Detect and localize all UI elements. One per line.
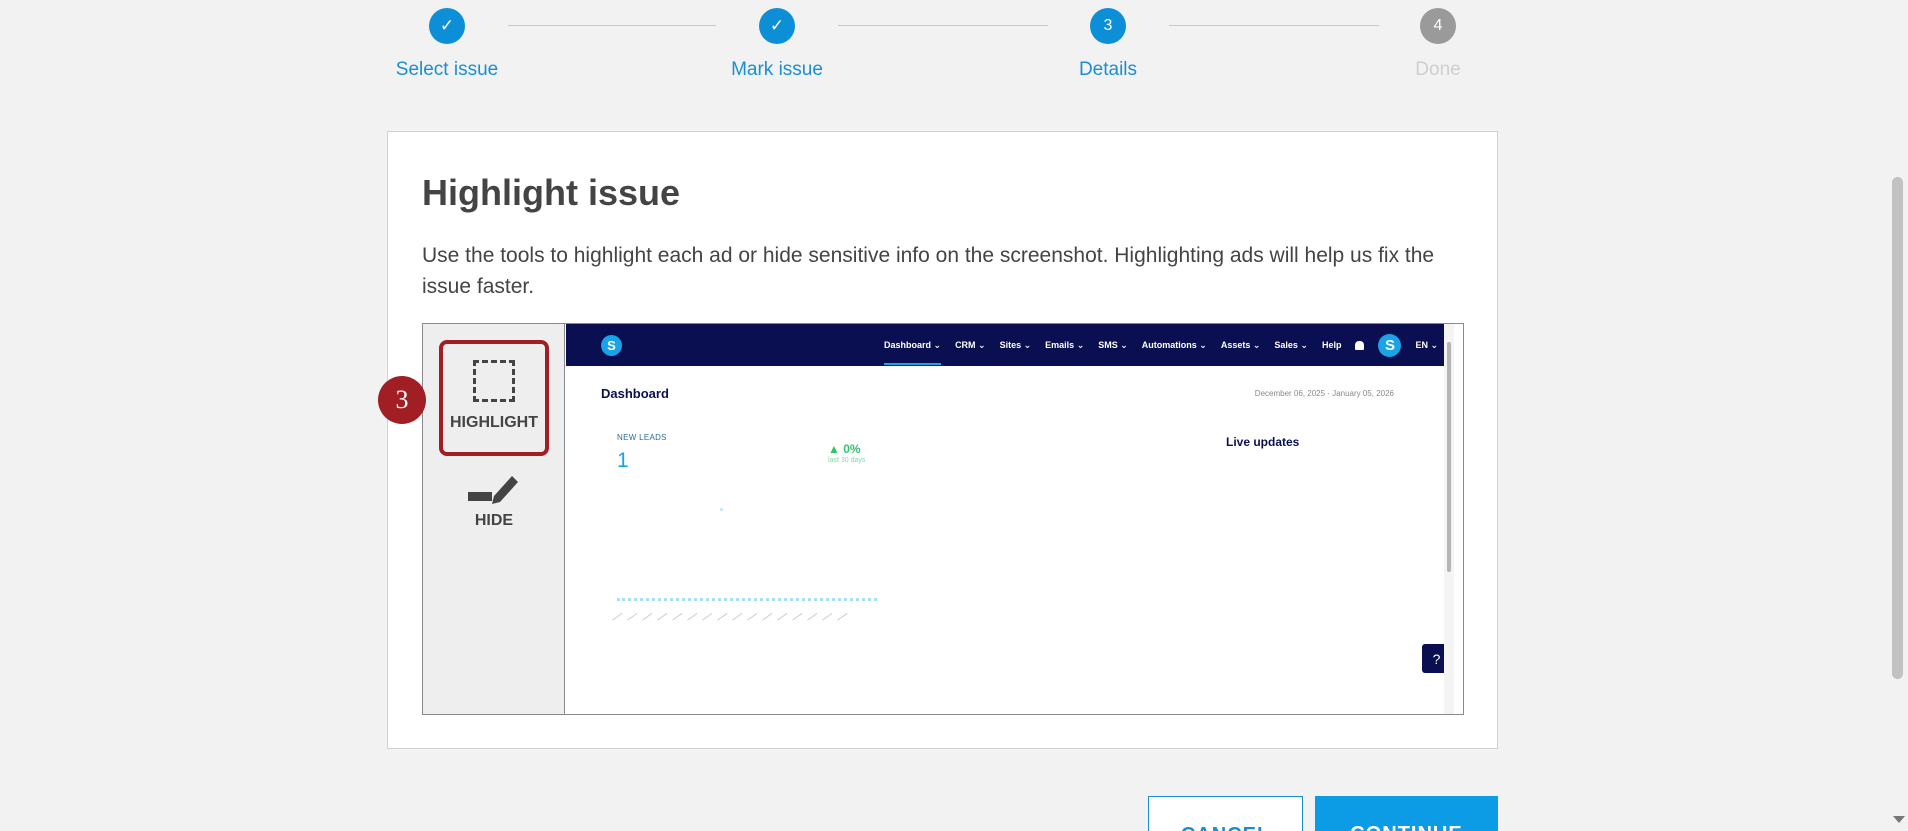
check-icon: ✓ bbox=[759, 8, 795, 44]
tool-panel: 3 HIGHLIGHT HIDE bbox=[378, 324, 565, 714]
language-selector: EN ⌄ bbox=[1415, 339, 1439, 350]
preview-leads-label: NEW LEADS bbox=[617, 433, 667, 442]
step-select-issue: ✓ Select issue bbox=[377, 8, 517, 81]
continue-button[interactable]: CONTINUE bbox=[1315, 796, 1498, 831]
pen-icon bbox=[468, 476, 518, 504]
step-label: Select issue bbox=[395, 59, 499, 80]
step-number: 4 bbox=[1420, 8, 1456, 44]
step-number: 3 bbox=[1090, 8, 1126, 44]
nav-item: SMS ⌄ bbox=[1098, 339, 1128, 350]
logo: S bbox=[601, 335, 622, 356]
nav-item: Automations ⌄ bbox=[1141, 339, 1207, 350]
hide-tool-button[interactable]: HIDE bbox=[439, 466, 549, 530]
step-label: Done bbox=[1415, 59, 1461, 80]
highlight-tool-label: HIGHLIGHT bbox=[450, 414, 538, 431]
nav-item: Sites ⌄ bbox=[999, 339, 1032, 350]
page-scrollbar[interactable] bbox=[1890, 0, 1908, 831]
chart-axis-ticks bbox=[607, 606, 848, 621]
step-connector bbox=[508, 25, 716, 26]
avatar: S bbox=[1378, 333, 1402, 357]
preview-live-updates: Live updates bbox=[1226, 435, 1300, 449]
step-connector bbox=[838, 25, 1048, 26]
preview-change-sub: last 30 days bbox=[828, 457, 866, 464]
hide-tool-label: HIDE bbox=[474, 512, 514, 529]
nav-item: CRM ⌄ bbox=[955, 339, 986, 350]
nav-item: Dashboard ⌄ bbox=[884, 339, 942, 365]
check-icon: ✓ bbox=[429, 8, 465, 44]
page-title: Highlight issue bbox=[422, 172, 681, 213]
preview-scrollbar[interactable] bbox=[1444, 324, 1454, 714]
step-label: Details bbox=[1078, 59, 1138, 80]
preview-date-range: December 06, 2025 - January 05, 2026 bbox=[1254, 389, 1394, 398]
chart-point bbox=[720, 508, 723, 511]
instructions-text: Use the tools to highlight each ad or hi… bbox=[422, 244, 1435, 298]
page-scroll-thumb[interactable] bbox=[1892, 177, 1903, 679]
preview-leads-value: 1 bbox=[617, 449, 629, 472]
step-label: Mark issue bbox=[731, 59, 823, 80]
nav-item: Sales ⌄ bbox=[1274, 339, 1308, 350]
step-connector bbox=[1169, 25, 1379, 26]
cancel-button[interactable]: CANCEL bbox=[1148, 796, 1303, 831]
progress-stepper: ✓ Select issue ✓ Mark issue 3 Details 4 … bbox=[0, 0, 1908, 90]
preview-scroll-thumb[interactable] bbox=[1447, 342, 1451, 572]
preview-nav-menu: Dashboard ⌄ CRM ⌄ Sites ⌄ Emails ⌄ SMS ⌄… bbox=[884, 324, 1438, 366]
preview-change: ▲ 0% bbox=[828, 442, 861, 456]
step-done: 4 Done bbox=[1368, 8, 1508, 81]
annotation-badge: 3 bbox=[378, 376, 426, 424]
nav-item: Emails ⌄ bbox=[1045, 339, 1085, 350]
preview-navbar: S Dashboard ⌄ CRM ⌄ Sites ⌄ Emails ⌄ SMS… bbox=[566, 324, 1454, 366]
bell-icon bbox=[1355, 340, 1365, 350]
nav-item: Assets ⌄ bbox=[1220, 339, 1261, 350]
step-details: 3 Details bbox=[1038, 8, 1178, 81]
screenshot-editor: 3 HIGHLIGHT HIDE S Dashboard ⌄ CRM ⌄ Sit… bbox=[378, 323, 1464, 715]
chart-baseline bbox=[617, 598, 877, 602]
scroll-down-arrow-icon[interactable] bbox=[1893, 816, 1905, 823]
step-mark-issue: ✓ Mark issue bbox=[707, 8, 847, 81]
nav-item: Help bbox=[1321, 340, 1342, 350]
highlight-tool-button[interactable]: HIGHLIGHT bbox=[439, 340, 549, 456]
dashed-square-icon bbox=[473, 360, 515, 402]
screenshot-preview[interactable]: S Dashboard ⌄ CRM ⌄ Sites ⌄ Emails ⌄ SMS… bbox=[566, 324, 1454, 714]
preview-title: Dashboard bbox=[601, 386, 669, 401]
highlight-issue-card: Highlight issue Use the tools to highlig… bbox=[378, 131, 1498, 749]
